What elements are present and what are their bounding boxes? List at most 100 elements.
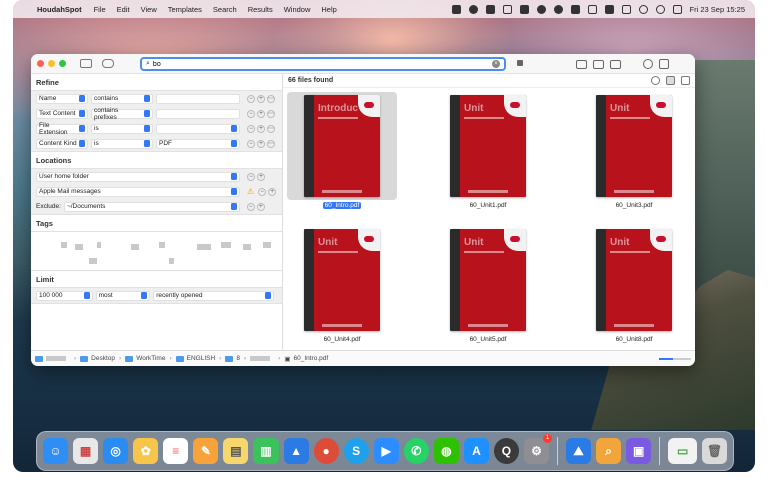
menu-help[interactable]: Help xyxy=(321,5,336,14)
action-menu-icon[interactable] xyxy=(643,59,653,69)
minimize-window-button[interactable] xyxy=(48,60,55,67)
leaf-status-icon[interactable] xyxy=(536,4,546,14)
menu-file[interactable]: File xyxy=(94,5,106,14)
nest-criterion-icon[interactable]: ⋯ xyxy=(267,139,275,148)
bear-status-icon[interactable] xyxy=(519,4,529,14)
record-status-icon[interactable] xyxy=(553,4,563,14)
reminders-icon[interactable]: ≡ xyxy=(163,438,189,464)
path-file[interactable]: ▣ 60_Intro.pdf xyxy=(284,355,328,363)
add-criterion-icon[interactable]: + xyxy=(257,109,265,118)
remove-location-icon[interactable]: − xyxy=(258,187,267,196)
sidebar-toggle-icon[interactable] xyxy=(80,59,92,68)
p-status-icon[interactable] xyxy=(502,4,512,14)
zoom-window-button[interactable] xyxy=(59,60,66,67)
result-item[interactable]: Unit 60_Unit8.pdf xyxy=(579,226,689,344)
screenshot-icon[interactable]: ▣ xyxy=(626,438,652,464)
zoom-icon[interactable]: ▶ xyxy=(373,438,399,464)
menu-results[interactable]: Results xyxy=(248,5,273,14)
layout-left-icon[interactable] xyxy=(576,59,587,69)
menu-app-name[interactable]: HoudahSpot xyxy=(37,5,82,14)
location-select[interactable]: User home folder xyxy=(36,171,240,182)
templates-icon[interactable] xyxy=(102,59,114,68)
nest-criterion-icon[interactable]: ⋯ xyxy=(267,109,275,118)
system-preferences-icon[interactable]: ⚙ 1 xyxy=(524,434,553,464)
value-field[interactable] xyxy=(156,93,240,104)
path-root[interactable] xyxy=(35,355,70,362)
menu-templates[interactable]: Templates xyxy=(168,5,202,14)
houdahspot-icon[interactable]: ⌕ xyxy=(596,438,622,464)
whatsapp-icon[interactable]: ✆ xyxy=(403,438,429,464)
result-item[interactable]: Unit 60_Unit5.pdf xyxy=(433,226,543,344)
search-field[interactable]: ⌕ × xyxy=(140,57,506,71)
stop-status-icon[interactable] xyxy=(485,4,495,14)
list-view-icon[interactable] xyxy=(681,76,690,85)
add-location-icon[interactable]: + xyxy=(257,172,265,181)
add-criterion-icon[interactable]: + xyxy=(257,124,265,133)
app-store-icon[interactable]: A xyxy=(463,438,489,464)
numbers-icon[interactable]: ▥ xyxy=(253,438,279,464)
a-status-icon[interactable] xyxy=(604,4,614,14)
skype-icon[interactable]: S xyxy=(343,438,369,464)
limit-count-select[interactable]: 100 000 xyxy=(36,290,93,301)
menu-clock[interactable]: Fri 23 Sep 15:25 xyxy=(690,5,745,14)
quicktime-icon[interactable]: Q xyxy=(493,438,519,464)
wifi-status-icon[interactable] xyxy=(638,4,648,14)
nest-criterion-icon[interactable]: ⋯ xyxy=(267,94,275,103)
layout-right-icon[interactable] xyxy=(610,59,621,69)
trash-icon[interactable]: 🗑 xyxy=(702,438,728,464)
add-criterion-icon[interactable]: + xyxy=(257,139,265,148)
grid-view-icon[interactable] xyxy=(666,76,675,85)
path-crumb[interactable]: 8 xyxy=(225,355,240,362)
remove-exclude-icon[interactable]: − xyxy=(246,202,255,211)
menu-window[interactable]: Window xyxy=(284,5,311,14)
share-icon[interactable] xyxy=(659,59,669,69)
tags-area[interactable] xyxy=(31,231,282,271)
add-column-icon[interactable] xyxy=(651,76,660,85)
path-crumb[interactable] xyxy=(250,356,274,361)
remove-criterion-icon[interactable]: − xyxy=(247,124,255,133)
photos-status-icon[interactable] xyxy=(451,4,461,14)
wechat-icon[interactable]: ◍ xyxy=(433,438,459,464)
operator-select[interactable]: is xyxy=(91,123,153,134)
safari-icon[interactable]: ◎ xyxy=(103,438,129,464)
play-status-icon[interactable] xyxy=(655,4,665,14)
path-crumb[interactable]: WorkTime xyxy=(125,355,165,362)
remove-criterion-icon[interactable]: − xyxy=(247,109,255,118)
maps-icon[interactable]: ⛰ xyxy=(566,438,592,464)
location-select[interactable]: Apple Mail messages xyxy=(36,186,240,197)
attribute-select[interactable]: Content Kind xyxy=(36,138,88,149)
add-criterion-icon[interactable]: + xyxy=(257,94,265,103)
result-item[interactable]: Unit 60_Unit4.pdf xyxy=(287,226,397,344)
operator-select[interactable]: contains prefixes xyxy=(91,107,153,121)
result-item[interactable]: Introduc 60_Intro.pdf xyxy=(287,92,397,210)
battery-status-icon[interactable] xyxy=(621,4,631,14)
result-item[interactable]: Unit 60_Unit3.pdf xyxy=(579,92,689,210)
attribute-select[interactable]: File Extension xyxy=(36,122,88,136)
pages-icon[interactable]: ✎ xyxy=(193,438,219,464)
menu-search[interactable]: Search xyxy=(213,5,237,14)
operator-select[interactable]: is xyxy=(91,138,153,149)
photos-icon[interactable]: ✿ xyxy=(133,438,159,464)
value-select[interactable]: PDF xyxy=(156,138,240,149)
path-crumb[interactable]: Desktop xyxy=(80,355,115,362)
nest-criterion-icon[interactable]: ⋯ xyxy=(267,124,275,133)
thumbnail-size-slider[interactable] xyxy=(659,357,691,360)
path-crumb[interactable]: ENGLISH xyxy=(175,355,215,362)
drop-status-icon[interactable] xyxy=(468,4,478,14)
attribute-select[interactable]: Text Content xyxy=(36,108,88,119)
chrome-window-icon[interactable]: ▭ xyxy=(668,438,698,464)
notes-icon[interactable]: ▤ xyxy=(223,438,249,464)
stop-search-icon[interactable] xyxy=(517,60,523,66)
launchpad-icon[interactable]: ▦ xyxy=(73,438,99,464)
bluetooth-status-icon[interactable] xyxy=(570,4,580,14)
close-window-button[interactable] xyxy=(37,60,44,67)
attribute-select[interactable]: Name xyxy=(36,93,88,104)
limit-order-select[interactable]: recently opened xyxy=(153,290,274,301)
chrome-icon[interactable]: ● xyxy=(313,438,339,464)
layout-split-icon[interactable] xyxy=(593,59,604,69)
add-exclude-icon[interactable]: + xyxy=(256,202,265,211)
clear-search-icon[interactable]: × xyxy=(492,60,500,68)
control-status-icon[interactable] xyxy=(587,4,597,14)
finder-icon[interactable]: ☺ xyxy=(43,438,69,464)
warning-icon[interactable]: ⚠ xyxy=(247,187,254,196)
